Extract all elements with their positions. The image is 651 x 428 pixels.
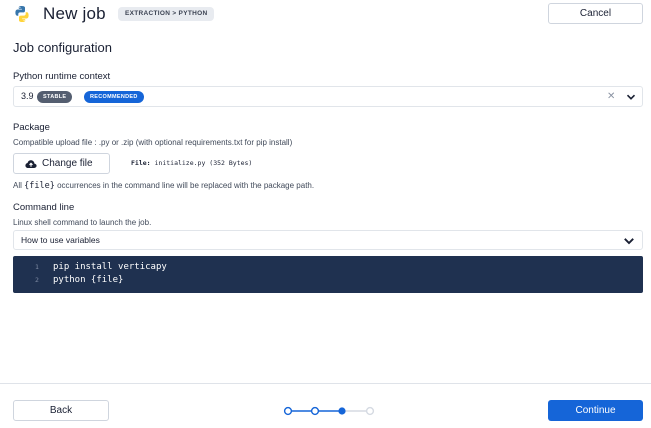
recommended-tag: RECOMMENDED [84,91,144,103]
file-placeholder-hint: All {file} occurrences in the command li… [13,181,314,191]
command-editor[interactable]: 1 pip install verticapy 2 python {file} [13,256,643,293]
job-type-badge: EXTRACTION > PYTHON [118,7,215,21]
hint-before: All [13,181,25,190]
variables-help-select[interactable]: How to use variables [13,230,643,250]
progress-stepper [283,406,375,416]
page-header: New job EXTRACTION > PYTHON Cancel [0,0,651,30]
footer-divider [0,383,651,384]
cancel-button[interactable]: Cancel [548,3,643,24]
change-file-label: Change file [42,158,93,169]
cloud-upload-icon [25,160,37,168]
command-line-label: Command line [13,202,75,213]
step-3-dot [338,407,346,415]
runtime-select[interactable]: 3.9 STABLE RECOMMENDED ✕ [13,86,643,107]
file-info: File: initialize.py (352 Bytes) [131,159,252,167]
code-text: python {file} [53,275,124,285]
section-title: Job configuration [13,40,113,55]
change-file-button[interactable]: Change file [13,153,110,174]
hint-after: occurrences in the command line will be … [54,181,315,190]
back-button[interactable]: Back [13,400,109,421]
step-1-dot [283,406,293,416]
line-number: 1 [35,263,39,271]
page-title: New job [43,4,106,23]
package-label: Package [13,122,50,133]
variables-help-label: How to use variables [21,235,100,245]
runtime-label: Python runtime context [13,71,111,82]
runtime-value: 3.9 [21,91,34,101]
chevron-down-icon[interactable] [623,235,635,247]
close-icon[interactable]: ✕ [607,91,615,102]
stable-tag: STABLE [37,91,73,103]
code-text: pip install verticapy [53,262,167,272]
step-4-dot [365,406,375,416]
package-description: Compatible upload file : .py or .zip (wi… [13,138,293,147]
command-line-description: Linux shell command to launch the job. [13,218,152,227]
code-line: 2 python {file} [13,275,643,288]
code-line: 1 pip install verticapy [13,262,643,275]
file-name: initialize.py (352 Bytes) [154,159,253,167]
python-logo-icon [15,6,29,22]
line-number: 2 [35,276,39,284]
continue-button[interactable]: Continue [548,400,643,421]
hint-code: {file} [24,181,55,191]
file-prefix: File: [131,159,151,167]
chevron-down-icon[interactable] [626,92,636,102]
step-2-dot [310,406,320,416]
